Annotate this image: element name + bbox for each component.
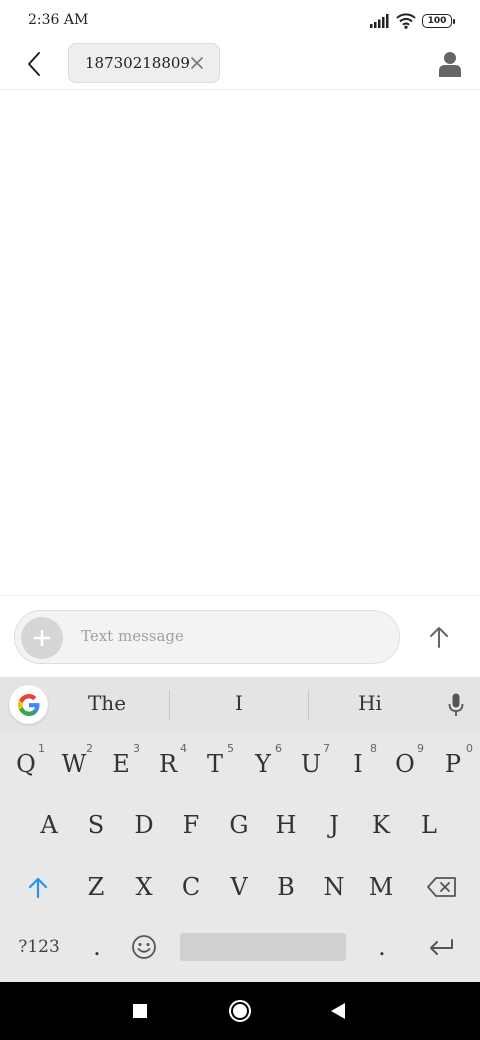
back-arrow-icon — [28, 52, 40, 76]
key-label: P — [444, 750, 462, 778]
google-g-icon — [17, 693, 39, 716]
key-d[interactable]: D — [121, 801, 167, 849]
enter-key[interactable] — [416, 923, 466, 971]
wifi-icon — [396, 13, 416, 29]
key-r[interactable]: R4 — [145, 740, 191, 788]
key-label: T — [206, 750, 223, 778]
message-list[interactable] — [0, 91, 480, 595]
key-hint: 4 — [180, 742, 187, 755]
send-button[interactable] — [420, 618, 458, 656]
key-hint: 9 — [417, 742, 424, 755]
status-icons: 100 — [370, 12, 455, 30]
google-icon[interactable] — [9, 685, 48, 724]
home-button[interactable] — [224, 995, 256, 1027]
status-bar: 2:36 AM 100 — [0, 0, 480, 42]
key-label: O — [395, 750, 415, 778]
key-s[interactable]: S — [73, 801, 119, 849]
shift-icon — [28, 877, 48, 898]
key-hint: 0 — [466, 742, 473, 755]
period-key[interactable]: . — [360, 923, 404, 971]
back-button[interactable] — [18, 48, 50, 80]
key-c[interactable]: C — [168, 863, 214, 911]
key-g[interactable]: G — [216, 801, 262, 849]
key-x[interactable]: X — [121, 863, 167, 911]
key-hint: 7 — [323, 742, 330, 755]
key-hint: 3 — [133, 742, 140, 755]
suggestion-1[interactable]: The — [57, 691, 157, 715]
recipient-number: 18730218809 — [85, 54, 190, 72]
key-l[interactable]: L — [406, 801, 452, 849]
key-label: W — [61, 750, 87, 778]
add-contact-button[interactable] — [434, 48, 466, 80]
emoji-icon — [132, 935, 156, 959]
send-arrow-icon — [430, 627, 448, 648]
key-m[interactable]: M — [358, 863, 404, 911]
message-placeholder: Text message — [81, 627, 184, 645]
backspace-icon — [427, 877, 456, 897]
space-key[interactable] — [180, 933, 346, 961]
key-j[interactable]: J — [311, 801, 357, 849]
suggestion-bar: The I Hi — [0, 677, 480, 732]
status-time: 2:36 AM — [28, 12, 89, 28]
enter-icon — [430, 939, 453, 955]
key-q[interactable]: Q1 — [3, 740, 49, 788]
key-y[interactable]: Y6 — [240, 740, 286, 788]
key-label: I — [353, 750, 363, 778]
key-k[interactable]: K — [358, 801, 404, 849]
key-z[interactable]: Z — [73, 863, 119, 911]
key-n[interactable]: N — [311, 863, 357, 911]
key-o[interactable]: O9 — [382, 740, 428, 788]
suggestion-divider — [169, 690, 170, 720]
key-v[interactable]: V — [216, 863, 262, 911]
key-label: R — [158, 750, 178, 778]
comma-key[interactable]: . — [75, 923, 119, 971]
square-icon — [133, 1004, 147, 1018]
key-a[interactable]: A — [26, 801, 72, 849]
composer: Text message — [0, 595, 480, 677]
key-label: Q — [16, 750, 36, 778]
key-p[interactable]: P0 — [429, 740, 477, 788]
suggestion-divider — [308, 690, 309, 720]
voice-input-button[interactable] — [444, 691, 468, 719]
suggestion-3[interactable]: Hi — [320, 691, 420, 715]
backspace-key[interactable] — [418, 863, 466, 911]
key-label: Y — [255, 750, 271, 778]
key-hint: 1 — [38, 742, 45, 755]
key-label: U — [300, 750, 322, 778]
plus-icon — [33, 629, 51, 647]
key-i[interactable]: I8 — [335, 740, 381, 788]
recipient-chip[interactable]: 18730218809 — [68, 43, 220, 83]
triangle-back-icon — [331, 1003, 345, 1019]
conversation-header: 18730218809 — [0, 42, 480, 90]
key-hint: 8 — [370, 742, 377, 755]
key-u[interactable]: U7 — [288, 740, 334, 788]
suggestion-2[interactable]: I — [189, 691, 289, 715]
key-b[interactable]: B — [263, 863, 309, 911]
person-icon — [439, 52, 461, 77]
keyboard: The I Hi Q1 W2 E3 R4 T5 Y6 U7 I8 O9 P0 A… — [0, 677, 480, 982]
key-e[interactable]: E3 — [98, 740, 144, 788]
message-input[interactable]: Text message — [14, 610, 400, 664]
back-nav-button[interactable] — [322, 995, 354, 1027]
key-f[interactable]: F — [168, 801, 214, 849]
home-circle-icon — [229, 1000, 251, 1022]
shift-key[interactable] — [14, 863, 62, 911]
key-w[interactable]: W2 — [51, 740, 97, 788]
key-hint: 2 — [86, 742, 93, 755]
symbols-key[interactable]: ?123 — [10, 923, 68, 971]
recents-button[interactable] — [124, 995, 156, 1027]
key-hint: 5 — [227, 742, 234, 755]
key-label: E — [112, 750, 130, 778]
attach-button[interactable] — [21, 617, 63, 659]
microphone-icon — [448, 693, 464, 716]
key-h[interactable]: H — [263, 801, 309, 849]
emoji-key[interactable] — [122, 923, 166, 971]
signal-icon — [370, 14, 389, 28]
battery-icon: 100 — [422, 14, 455, 28]
key-hint: 6 — [275, 742, 282, 755]
navigation-bar — [0, 982, 480, 1040]
battery-level: 100 — [427, 16, 447, 26]
key-t[interactable]: T5 — [192, 740, 238, 788]
remove-recipient-icon[interactable] — [189, 55, 205, 71]
